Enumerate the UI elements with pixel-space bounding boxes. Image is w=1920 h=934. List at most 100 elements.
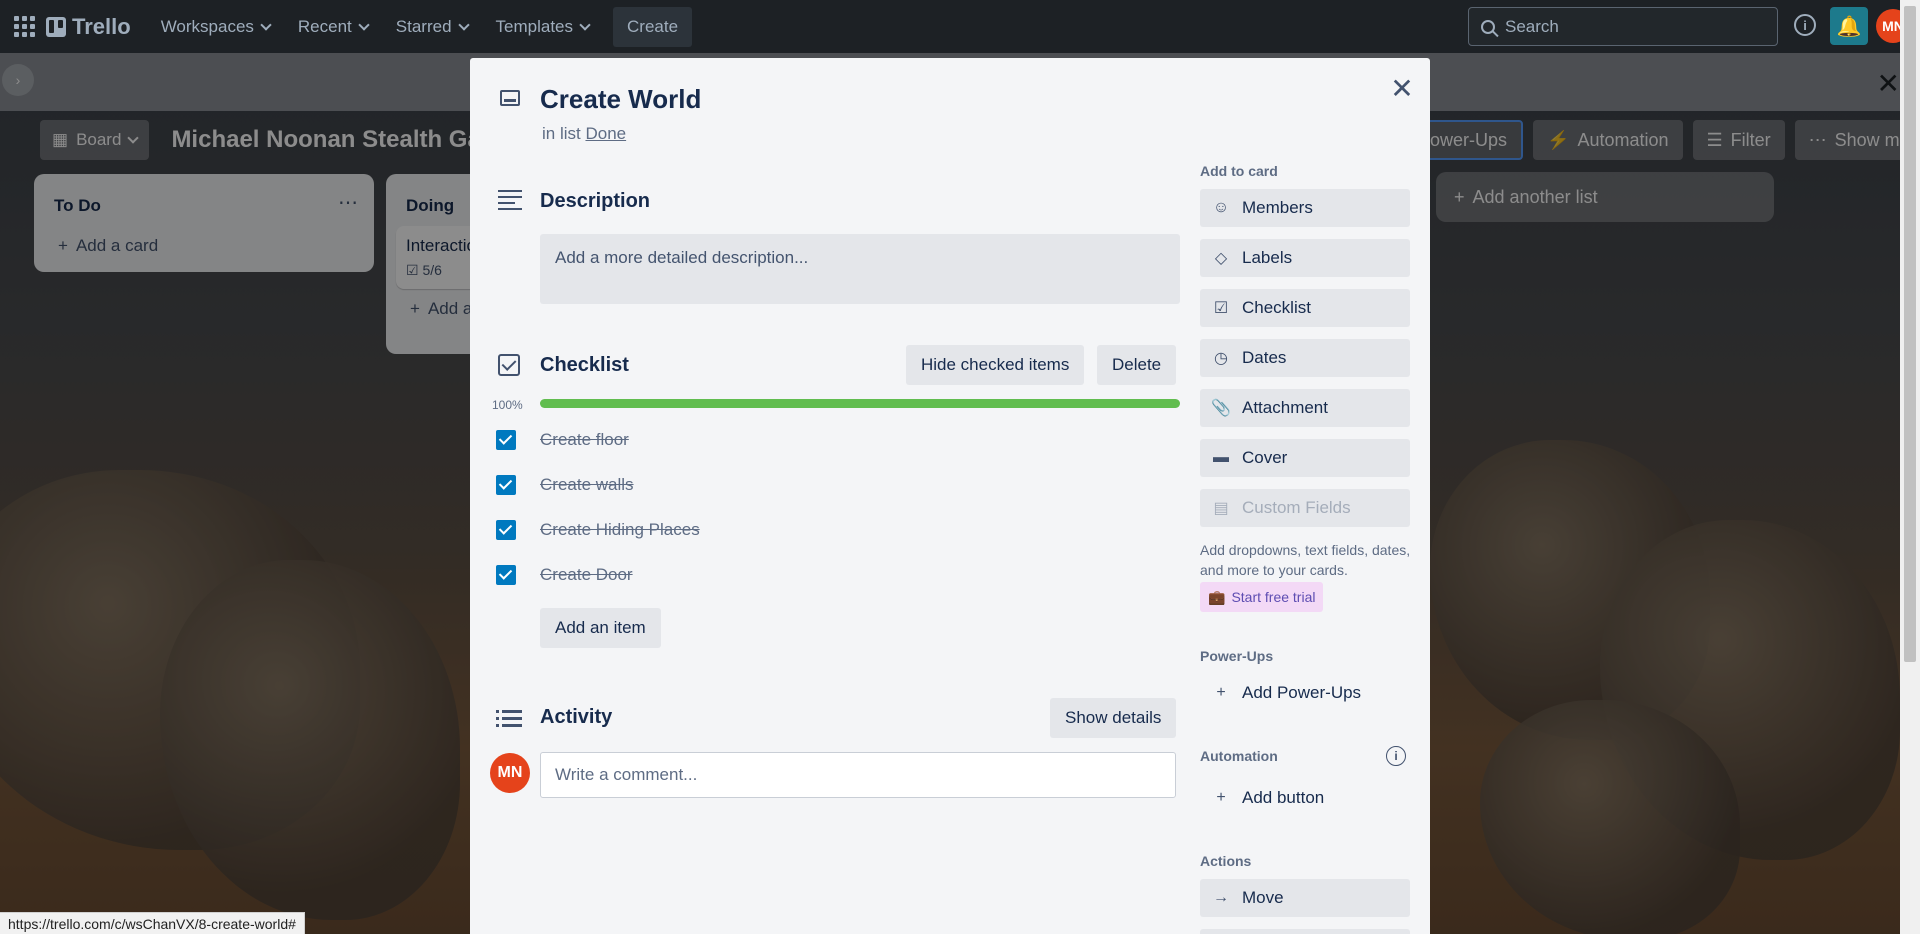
checklist-item[interactable]: Create walls <box>496 472 634 498</box>
show-details-button[interactable]: Show details <box>1050 698 1177 738</box>
briefcase-icon: 💼 <box>1208 588 1226 605</box>
create-button[interactable]: Create <box>613 6 693 47</box>
add-to-card-heading: Add to card <box>1200 163 1278 179</box>
dates-label: Dates <box>1242 348 1287 367</box>
automation-heading: Automation <box>1200 748 1278 764</box>
add-button-label: Add button <box>1242 788 1325 807</box>
scrollbar-thumb[interactable] <box>1904 6 1916 662</box>
move-button[interactable]: → Move <box>1200 879 1410 917</box>
trello-logo[interactable]: Trello <box>46 14 131 40</box>
apps-grid-icon[interactable] <box>12 15 36 39</box>
custom-fields-note: Add dropdowns, text fields, dates, and m… <box>1200 542 1411 578</box>
labels-label: Labels <box>1242 248 1293 267</box>
nav-starred-label: Starred <box>395 16 452 36</box>
activity-heading: Activity <box>540 706 613 728</box>
add-powerups-button[interactable]: + Add Power-Ups <box>1200 674 1410 712</box>
logo-text: Trello <box>72 13 131 39</box>
cover-icon: ▬ <box>1213 449 1229 466</box>
page-scrollbar[interactable] <box>1900 0 1920 934</box>
checklist-item[interactable]: Create floor <box>496 427 629 453</box>
card-title[interactable]: Create World <box>540 84 701 115</box>
search-icon <box>1481 19 1495 34</box>
checklist-icon: ☑ <box>1213 300 1229 317</box>
delete-checklist-button[interactable]: Delete <box>1097 345 1177 385</box>
plus-icon: + <box>1216 789 1226 806</box>
checklist-item-text[interactable]: Create Door <box>540 565 633 585</box>
card-icon <box>500 90 520 106</box>
chevron-down-icon <box>457 18 470 31</box>
status-bar-url: https://trello.com/c/wsChanVX/8-create-w… <box>0 912 305 934</box>
nav-workspaces[interactable]: Workspaces <box>149 9 282 45</box>
plus-icon: + <box>1216 684 1226 701</box>
next-action-button[interactable] <box>1200 929 1410 934</box>
checklist-item-text[interactable]: Create floor <box>540 430 629 450</box>
checkbox-checked[interactable] <box>496 430 516 450</box>
notifications-bell-icon[interactable]: 🔔 <box>1830 7 1868 45</box>
avatar[interactable]: MN <box>490 753 530 793</box>
description-heading: Description <box>540 190 651 212</box>
paperclip-icon: 📎 <box>1211 400 1231 417</box>
info-icon[interactable]: i <box>1386 746 1406 766</box>
checklist-icon <box>498 354 520 376</box>
checkbox-checked[interactable] <box>496 475 516 495</box>
chevron-down-icon <box>579 18 591 31</box>
add-checklist-item-button[interactable]: Add an item <box>540 608 661 648</box>
info-icon[interactable]: i <box>1794 14 1816 36</box>
attachment-button[interactable]: 📎 Attachment <box>1200 389 1410 427</box>
list-name-link[interactable]: Done <box>585 124 626 143</box>
dates-button[interactable]: ◷ Dates <box>1200 339 1410 377</box>
card-list-info: in list Done <box>542 124 626 144</box>
checklist-percent: 100% <box>492 398 523 412</box>
checklist-progress-fill <box>540 399 1180 408</box>
move-label: Move <box>1242 888 1284 907</box>
tag-icon: ◇ <box>1214 250 1228 267</box>
description-icon <box>498 190 522 210</box>
nav-recent-label: Recent <box>297 16 352 36</box>
nav-workspaces-label: Workspaces <box>160 16 254 36</box>
nav-templates-label: Templates <box>495 16 574 36</box>
in-list-prefix: in list <box>542 124 581 143</box>
checkbox-checked[interactable] <box>496 520 516 540</box>
checklist-heading[interactable]: Checklist <box>540 354 629 377</box>
attachment-label: Attachment <box>1242 398 1328 417</box>
search-input[interactable]: Search <box>1468 7 1778 46</box>
close-icon[interactable]: ✕ <box>1386 72 1418 104</box>
nav-starred[interactable]: Starred <box>384 9 480 45</box>
chevron-down-icon <box>260 18 272 31</box>
nav-templates[interactable]: Templates <box>484 9 601 45</box>
members-button[interactable]: ☺ Members <box>1200 189 1410 227</box>
trial-label: Start free trial <box>1231 589 1316 605</box>
cover-button[interactable]: ▬ Cover <box>1200 439 1410 477</box>
checklist-progress-bar <box>540 399 1180 408</box>
actions-heading: Actions <box>1200 853 1252 869</box>
checkbox-checked[interactable] <box>496 565 516 585</box>
checklist-label: Checklist <box>1242 298 1311 317</box>
start-free-trial-button[interactable]: 💼 Start free trial <box>1200 582 1324 612</box>
checklist-item[interactable]: Create Hiding Places <box>496 517 700 543</box>
search-placeholder: Search <box>1505 16 1559 36</box>
members-label: Members <box>1242 198 1313 217</box>
powerups-heading: Power-Ups <box>1200 648 1274 664</box>
top-navigation: Trello Workspaces Recent Starred Templat… <box>0 0 1920 53</box>
checklist-item[interactable]: Create Door <box>496 562 633 588</box>
add-button-button[interactable]: + Add button <box>1200 779 1410 817</box>
add-powerups-label: Add Power-Ups <box>1242 683 1362 702</box>
hide-checked-items-button[interactable]: Hide checked items <box>906 345 1085 385</box>
card-detail-modal: ✕ Create World in list Done Description … <box>470 58 1430 934</box>
activity-icon <box>496 708 522 728</box>
custom-fields-button[interactable]: ▤ Custom Fields <box>1200 489 1410 527</box>
checklist-item-text[interactable]: Create Hiding Places <box>540 520 700 540</box>
description-input[interactable]: Add a more detailed description... <box>540 234 1180 304</box>
comment-input[interactable]: Write a comment... <box>540 752 1176 798</box>
custom-fields-icon: ▤ <box>1213 500 1229 517</box>
custom-fields-label: Custom Fields <box>1242 498 1351 517</box>
nav-recent[interactable]: Recent <box>286 9 380 45</box>
arrow-right-icon: → <box>1213 889 1229 906</box>
trello-logo-icon <box>46 16 66 37</box>
clock-icon: ◷ <box>1214 350 1228 367</box>
labels-button[interactable]: ◇ Labels <box>1200 239 1410 277</box>
cover-label: Cover <box>1242 448 1288 467</box>
person-icon: ☺ <box>1212 199 1230 216</box>
checklist-button[interactable]: ☑ Checklist <box>1200 289 1410 327</box>
checklist-item-text[interactable]: Create walls <box>540 475 634 495</box>
